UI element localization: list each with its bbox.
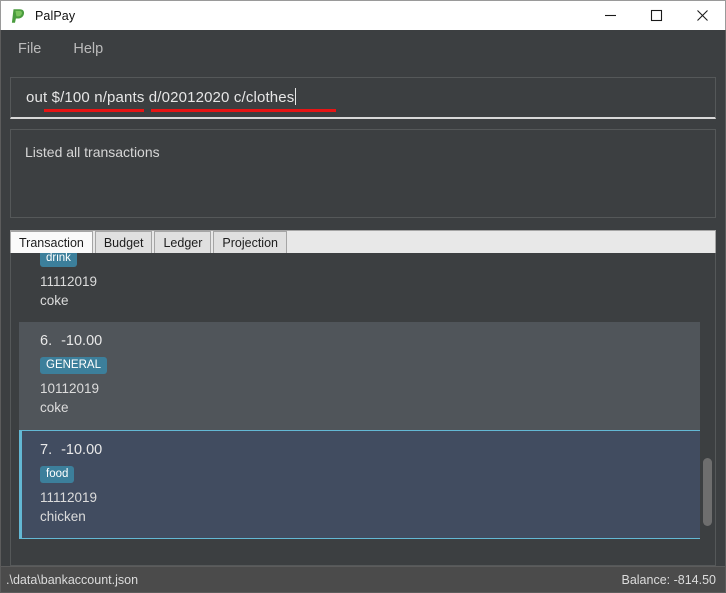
- status-badge: GENERAL: [40, 357, 107, 375]
- command-input-inner: out $/100 n/pants d/02012020 c/clothes: [11, 88, 297, 107]
- transaction-amount: -10.00: [61, 441, 103, 458]
- table-row[interactable]: 5.-10.00 drink 11112019 coke: [19, 253, 715, 323]
- tab-budget[interactable]: Budget: [94, 231, 153, 253]
- menu-item-help[interactable]: Help: [68, 39, 108, 59]
- list-left-gutter: [11, 253, 19, 565]
- title-bar-left: PalPay: [1, 8, 587, 24]
- main-content: out $/100 n/pants d/02012020 c/clothes L…: [0, 67, 726, 566]
- transaction-index: 6.: [40, 333, 53, 350]
- menu-bar: File Help: [0, 30, 726, 67]
- status-bar: .\data\bankaccount.json Balance: -814.50: [0, 566, 726, 593]
- scrollbar-thumb[interactable]: [703, 458, 712, 526]
- result-message: Listed all transactions: [25, 144, 160, 160]
- app-window: PalPay File Help out $/100 n/pants d/020…: [0, 0, 726, 593]
- palpay-p-logo-icon: [11, 8, 26, 24]
- window-title: PalPay: [35, 8, 76, 23]
- transaction-list-panel: 5.-10.00 drink 11112019 coke 6. -10.00 GE…: [10, 253, 716, 566]
- menu-item-file[interactable]: File: [13, 39, 46, 59]
- tab-projection[interactable]: Projection: [213, 231, 287, 253]
- minimize-icon[interactable]: [587, 1, 633, 30]
- transaction-description: coke: [40, 293, 69, 309]
- tab-ledger[interactable]: Ledger: [154, 231, 212, 253]
- list-scrollbar[interactable]: [700, 253, 715, 565]
- status-balance: Balance: -814.50: [621, 572, 716, 587]
- error-underline-segment-2: [151, 109, 336, 112]
- result-display-box: Listed all transactions: [10, 129, 716, 218]
- transaction-list[interactable]: 5.-10.00 drink 11112019 coke 6. -10.00 GE…: [19, 253, 715, 565]
- tab-strip: Transaction Budget Ledger Projection: [10, 230, 716, 253]
- command-input-text: out $/100 n/pants d/02012020 c/clothes: [26, 89, 295, 106]
- transaction-description: coke: [40, 400, 69, 416]
- table-row[interactable]: 7. -10.00 food 11112019 chicken: [19, 429, 715, 539]
- transaction-date: 11112019: [40, 274, 98, 289]
- maximize-icon[interactable]: [633, 1, 679, 30]
- command-input-box[interactable]: out $/100 n/pants d/02012020 c/clothes: [10, 77, 716, 119]
- transaction-date: 10112019: [40, 381, 100, 397]
- transaction-amount: -10.00: [61, 333, 103, 350]
- close-icon[interactable]: [679, 1, 725, 30]
- status-file-path: .\data\bankaccount.json: [6, 572, 139, 587]
- text-caret: [295, 88, 297, 105]
- status-badge: food: [40, 465, 75, 483]
- error-underline-segment-1: [44, 109, 144, 112]
- status-badge: drink: [40, 253, 77, 267]
- transaction-date: 11112019: [40, 489, 98, 505]
- transaction-header: 6. -10.00: [40, 333, 715, 349]
- table-row[interactable]: 6. -10.00 GENERAL 10112019 coke: [19, 322, 715, 430]
- transaction-header: 7. -10.00: [40, 442, 715, 458]
- transaction-description: chicken: [40, 508, 86, 524]
- window-controls: [587, 1, 725, 30]
- title-bar: PalPay: [0, 0, 726, 30]
- tab-transaction[interactable]: Transaction: [10, 231, 93, 253]
- transaction-index: 7.: [40, 441, 53, 458]
